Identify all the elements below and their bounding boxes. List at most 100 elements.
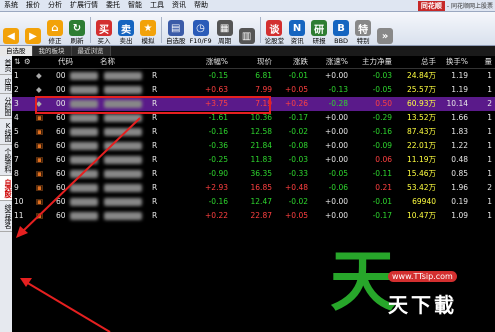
- tab-bar: 自选股 我的板块 最近浏览: [0, 46, 495, 56]
- speed: +0.00: [325, 71, 348, 80]
- table-row[interactable]: 7 60 R -0.25 11.83 -0.03 +0.00 0.06 11.19万 0.48 1 ▣: [12, 153, 495, 167]
- menu-item[interactable]: 分析: [44, 0, 66, 11]
- menu-item[interactable]: 扩展行情: [66, 0, 102, 11]
- price: 7.99: [255, 85, 272, 94]
- total-volume: 53.42万: [407, 183, 436, 192]
- toolbar-button[interactable]: 研研报: [308, 14, 330, 45]
- speed: -0.13: [328, 85, 348, 94]
- toolbar-button[interactable]: ⌂ 修正: [44, 14, 66, 45]
- price: 11.83: [250, 155, 272, 164]
- side-item-3[interactable]: K线图: [0, 119, 12, 145]
- col-name[interactable]: 名称: [100, 56, 115, 68]
- speed: -0.06: [328, 183, 348, 192]
- col-volume[interactable]: 总手: [396, 56, 436, 68]
- toolbar-button[interactable]: ↻ 刷新: [66, 14, 88, 45]
- tab-2[interactable]: 最近浏览: [71, 46, 111, 56]
- margin-flag: R: [152, 155, 158, 164]
- toolbar-button[interactable]: N 资讯: [286, 14, 308, 45]
- turnover: 10.14: [446, 99, 468, 108]
- speed: +0.00: [325, 113, 348, 122]
- menu-item[interactable]: 智能: [124, 0, 146, 11]
- row-number: 5: [14, 127, 19, 136]
- quantity: 2: [487, 99, 492, 108]
- menu-item[interactable]: 帮助: [190, 0, 212, 11]
- table-row[interactable]: 5 60 R -0.16 12.58 -0.02 +0.00 -0.16 87.43万 1.83 1…: [12, 125, 495, 139]
- col-pct[interactable]: 涨幅%: [180, 56, 228, 68]
- toolbar-button[interactable]: ▤ 自选股: [164, 14, 188, 45]
- menu-item[interactable]: 报价: [22, 0, 44, 11]
- toolbar-button[interactable]: ▦ 周期: [214, 14, 236, 45]
- watchlist-icon: ▤: [167, 20, 184, 36]
- tab-0[interactable]: 自选股: [0, 46, 33, 56]
- col-code[interactable]: 代码: [58, 56, 73, 68]
- row-number: 3: [14, 99, 19, 108]
- news-icon: N: [289, 20, 306, 36]
- toolbar-button[interactable]: 卖卖出: [115, 14, 137, 45]
- redacted-name: [104, 198, 142, 206]
- stock-code: 60: [56, 183, 66, 192]
- note-icon: ▣: [36, 127, 44, 136]
- side-item-0[interactable]: 首页: [0, 56, 12, 75]
- stock-code: 60: [56, 169, 66, 178]
- watermark: 天 www.TTsip.com 天下載: [330, 247, 495, 332]
- change: -0.02: [288, 197, 308, 206]
- toolbar-button[interactable]: ◀: [0, 14, 22, 45]
- row-number: 2: [14, 85, 19, 94]
- col-qty[interactable]: 量: [470, 56, 493, 68]
- margin-flag: R: [152, 197, 158, 206]
- tab-1[interactable]: 我的板块: [32, 46, 72, 56]
- table-row[interactable]: 1 00 R -0.15 6.81 -0.01 +0.00 -0.03 24.84万 1.19 1 ◆: [12, 69, 495, 83]
- total-volume: 87.43万: [407, 127, 436, 136]
- table-row[interactable]: 2 00 R +0.63 7.99 +0.05 -0.13 -0.05 25.57万 1.19 1 ◆: [12, 83, 495, 97]
- side-item-4[interactable]: 个股资料: [0, 145, 12, 176]
- toolbar-button-label: 自选股: [166, 37, 186, 45]
- toolbar-button[interactable]: B BBD: [330, 14, 352, 45]
- table-row[interactable]: 11 60 R +0.22 22.87 +0.05 +0.00 -0.17 10.47万 1.09…: [12, 209, 495, 223]
- quantity: 1: [487, 197, 492, 206]
- toolbar-button[interactable]: 买买入: [93, 14, 115, 45]
- toolbar-button-label: 特别: [356, 37, 370, 45]
- col-price[interactable]: 现价: [234, 56, 272, 68]
- toolbar-separator: [161, 17, 162, 43]
- menu-item[interactable]: 资讯: [168, 0, 190, 11]
- change: -0.01: [288, 71, 308, 80]
- table-row[interactable]: 10 60 R -0.16 12.47 -0.02 +0.00 -0.01 69940 0.19 1…: [12, 195, 495, 209]
- pct-change: -0.36: [208, 141, 228, 150]
- settings-icon[interactable]: ⚙: [24, 56, 31, 68]
- toolbar-button[interactable]: ▶: [22, 14, 44, 45]
- row-number: 11: [14, 211, 24, 220]
- table-row[interactable]: 8 60 R -0.90 36.35 -0.33 -0.05 -0.11 15.46万 0.85 1…: [12, 167, 495, 181]
- col-change[interactable]: 涨跌: [276, 56, 308, 68]
- toolbar-button[interactable]: »: [374, 14, 396, 45]
- total-volume: 10.47万: [407, 211, 436, 220]
- menu-item[interactable]: 系统: [0, 0, 22, 11]
- watermark-text: 天下載: [388, 293, 457, 317]
- menu-item[interactable]: 委托: [102, 0, 124, 11]
- net-volume: 0.06: [375, 155, 392, 164]
- side-item-1[interactable]: 应用: [0, 75, 12, 94]
- simulate-icon: ★: [140, 20, 156, 36]
- price: 16.85: [250, 183, 272, 192]
- pct-change: -0.90: [208, 169, 228, 178]
- col-net[interactable]: 主力净量: [348, 56, 392, 68]
- toolbar-button[interactable]: ◷ F10/F9: [188, 14, 214, 45]
- side-item-2[interactable]: 分时图: [0, 94, 12, 119]
- margin-flag: R: [152, 183, 158, 192]
- side-item-5[interactable]: 自选股: [0, 176, 12, 201]
- stock-code: 60: [56, 127, 66, 136]
- toolbar-button[interactable]: 谈论股堂: [263, 14, 287, 45]
- sort-icon[interactable]: ⇅: [14, 56, 20, 68]
- col-turnover[interactable]: 换手%: [440, 56, 468, 68]
- table-row[interactable]: 6 60 R -0.36 21.84 -0.08 +0.00 -0.09 22.01万 1.22 1…: [12, 139, 495, 153]
- toolbar-button[interactable]: ★ 模拟: [137, 14, 159, 45]
- col-speed[interactable]: 涨速%: [312, 56, 348, 68]
- turnover: 1.19: [451, 85, 468, 94]
- note-icon: ▣: [36, 183, 44, 192]
- side-item-6[interactable]: 综合排名: [0, 201, 12, 232]
- table-row[interactable]: 9 60 R +2.93 16.85 +0.48 -0.06 0.21 53.42万 1.96 2 ▣: [12, 181, 495, 195]
- menu-item[interactable]: 工具: [146, 0, 168, 11]
- toolbar-button[interactable]: ▥: [236, 14, 258, 45]
- note-icon: ▣: [36, 211, 44, 220]
- toolbar-button[interactable]: 特特别: [352, 14, 374, 45]
- note-icon: ▣: [36, 155, 44, 164]
